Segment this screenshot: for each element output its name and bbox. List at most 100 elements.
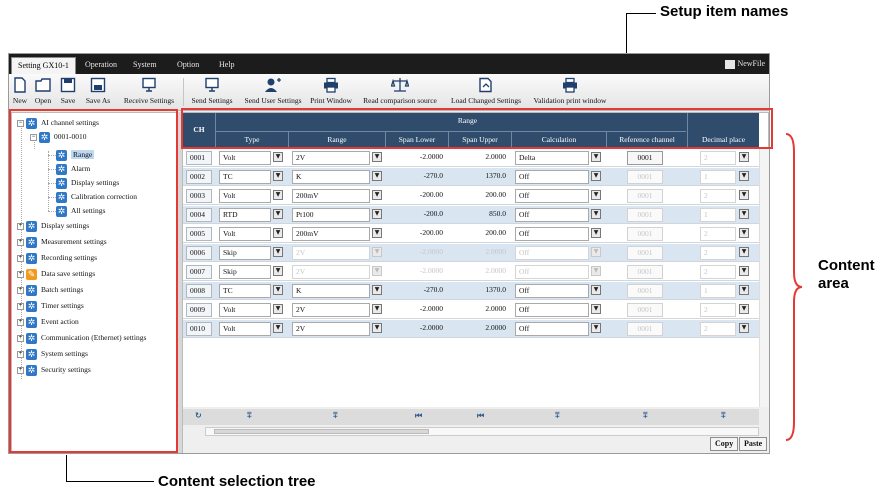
toolbar-receive-settings-button[interactable]: Receive Settings [117, 76, 181, 109]
span-lower-field[interactable]: -2.0000 [389, 151, 446, 165]
span-upper-field[interactable]: 200.00 [452, 189, 509, 203]
chevron-down-icon[interactable]: ▼ [273, 323, 283, 333]
toolbar-save-button[interactable]: Save [57, 76, 79, 109]
tree-node-communication-settings[interactable]: + ✲ Communication (Ethernet) settings [17, 331, 146, 345]
header-type[interactable]: Type [216, 135, 288, 144]
chevron-down-icon[interactable]: ▼ [591, 247, 601, 257]
tree-node-all-settings[interactable]: ✲ All settings [56, 204, 105, 218]
chevron-down-icon[interactable]: ▼ [591, 266, 601, 276]
type-select[interactable]: Skip [219, 265, 271, 279]
tree-node-alarm[interactable]: ✲ Alarm [56, 162, 90, 176]
chevron-down-icon[interactable]: ▼ [273, 152, 283, 162]
decimal-place-select[interactable]: 2 [700, 303, 736, 317]
toolbar-load-changed-button[interactable]: Load Changed Settings [447, 76, 525, 109]
calculation-select[interactable]: Off [515, 227, 589, 241]
chevron-down-icon[interactable]: ▼ [372, 285, 382, 295]
expand-icon[interactable]: + [17, 318, 24, 326]
chevron-down-icon[interactable]: ▼ [591, 285, 601, 295]
chevron-down-icon[interactable]: ▼ [739, 228, 749, 238]
chevron-down-icon[interactable]: ▼ [739, 304, 749, 314]
expand-icon[interactable]: + [17, 302, 24, 310]
range-select[interactable]: 2V [292, 322, 370, 336]
filter-icon[interactable]: ⩱ [643, 411, 648, 421]
tab-operation[interactable]: Operation [79, 57, 123, 74]
range-select[interactable]: K [292, 284, 370, 298]
range-select[interactable]: K [292, 170, 370, 184]
span-upper-field[interactable]: 2.0000 [452, 246, 509, 260]
reference-channel-button[interactable]: 0001 [627, 208, 663, 222]
span-upper-field[interactable]: 2.0000 [452, 151, 509, 165]
decimal-place-select[interactable]: 2 [700, 227, 736, 241]
type-select[interactable]: RTD [219, 208, 271, 222]
span-upper-field[interactable]: 850.0 [452, 208, 509, 222]
decimal-place-select[interactable]: 2 [700, 322, 736, 336]
span-lower-field[interactable]: -200.00 [389, 189, 446, 203]
type-select[interactable]: TC [219, 284, 271, 298]
chevron-down-icon[interactable]: ▼ [273, 247, 283, 257]
filter-icon[interactable]: ⩱ [721, 411, 726, 421]
span-upper-field[interactable]: 1370.0 [452, 284, 509, 298]
first-icon[interactable]: ⏮ [415, 411, 422, 421]
span-upper-field[interactable]: 200.00 [452, 227, 509, 241]
decimal-place-select[interactable]: 2 [700, 189, 736, 203]
reference-channel-button[interactable]: 0001 [627, 246, 663, 260]
range-select[interactable]: 2V [292, 151, 370, 165]
tree-node-system-settings[interactable]: + ✲ System settings [17, 347, 88, 361]
tab-setting[interactable]: Setting GX10-1 [11, 57, 76, 74]
filter-icon[interactable]: ⩱ [247, 411, 252, 421]
range-select[interactable]: 200mV [292, 189, 370, 203]
range-select[interactable]: Pt100 [292, 208, 370, 222]
chevron-down-icon[interactable]: ▼ [273, 285, 283, 295]
chevron-down-icon[interactable]: ▼ [591, 209, 601, 219]
type-select[interactable]: Volt [219, 322, 271, 336]
header-calculation[interactable]: Calculation [512, 135, 606, 144]
horizontal-scrollbar[interactable] [205, 427, 759, 436]
chevron-down-icon[interactable]: ▼ [372, 190, 382, 200]
span-upper-field[interactable]: 1370.0 [452, 170, 509, 184]
first-icon[interactable]: ⏮ [477, 411, 484, 421]
expand-icon[interactable]: + [17, 334, 24, 342]
calculation-select[interactable]: Off [515, 303, 589, 317]
chevron-down-icon[interactable]: ▼ [591, 190, 601, 200]
span-lower-field[interactable]: -2.0000 [389, 265, 446, 279]
chevron-down-icon[interactable]: ▼ [372, 247, 382, 257]
chevron-down-icon[interactable]: ▼ [739, 266, 749, 276]
reference-channel-button[interactable]: 0001 [627, 151, 663, 165]
chevron-down-icon[interactable]: ▼ [739, 323, 749, 333]
calculation-select[interactable]: Off [515, 170, 589, 184]
calculation-select[interactable]: Off [515, 265, 589, 279]
type-select[interactable]: Volt [219, 151, 271, 165]
reference-channel-button[interactable]: 0001 [627, 322, 663, 336]
calculation-select[interactable]: Off [515, 246, 589, 260]
header-range[interactable]: Range [289, 135, 385, 144]
range-select[interactable]: 2V [292, 265, 370, 279]
calculation-select[interactable]: Off [515, 322, 589, 336]
tree-node-batch-settings[interactable]: + ✲ Batch settings [17, 283, 83, 297]
type-select[interactable]: Volt [219, 303, 271, 317]
chevron-down-icon[interactable]: ▼ [273, 266, 283, 276]
calculation-select[interactable]: Off [515, 284, 589, 298]
expand-icon[interactable]: + [17, 366, 24, 374]
header-decimal-place[interactable]: Decimal place [688, 135, 759, 144]
expand-icon[interactable]: + [17, 254, 24, 262]
toolbar-read-comparison-button[interactable]: Read comparison source [355, 76, 445, 109]
chevron-down-icon[interactable]: ▼ [372, 304, 382, 314]
decimal-place-select[interactable]: 2 [700, 151, 736, 165]
calculation-select[interactable]: Off [515, 208, 589, 222]
vertical-scrollbar[interactable] [759, 149, 769, 407]
tree-node-ai-channel-settings[interactable]: − ✲ AI channel settings [17, 116, 99, 130]
tree-node-event-action[interactable]: + ✲ Event action [17, 315, 79, 329]
chevron-down-icon[interactable]: ▼ [591, 228, 601, 238]
expand-icon[interactable]: + [17, 222, 24, 230]
span-lower-field[interactable]: -2.0000 [389, 322, 446, 336]
chevron-down-icon[interactable]: ▼ [591, 171, 601, 181]
header-span-upper[interactable]: Span Upper [449, 135, 511, 144]
tree-node-range[interactable]: ✲ Range [56, 148, 95, 162]
chevron-down-icon[interactable]: ▼ [372, 266, 382, 276]
expand-icon[interactable]: + [17, 350, 24, 358]
chevron-down-icon[interactable]: ▼ [273, 171, 283, 181]
toolbar-send-user-settings-button[interactable]: Send User Settings [239, 76, 307, 109]
toolbar-send-settings-button[interactable]: Send Settings [187, 76, 237, 109]
span-lower-field[interactable]: -270.0 [389, 170, 446, 184]
copy-button[interactable]: Copy [710, 437, 739, 451]
